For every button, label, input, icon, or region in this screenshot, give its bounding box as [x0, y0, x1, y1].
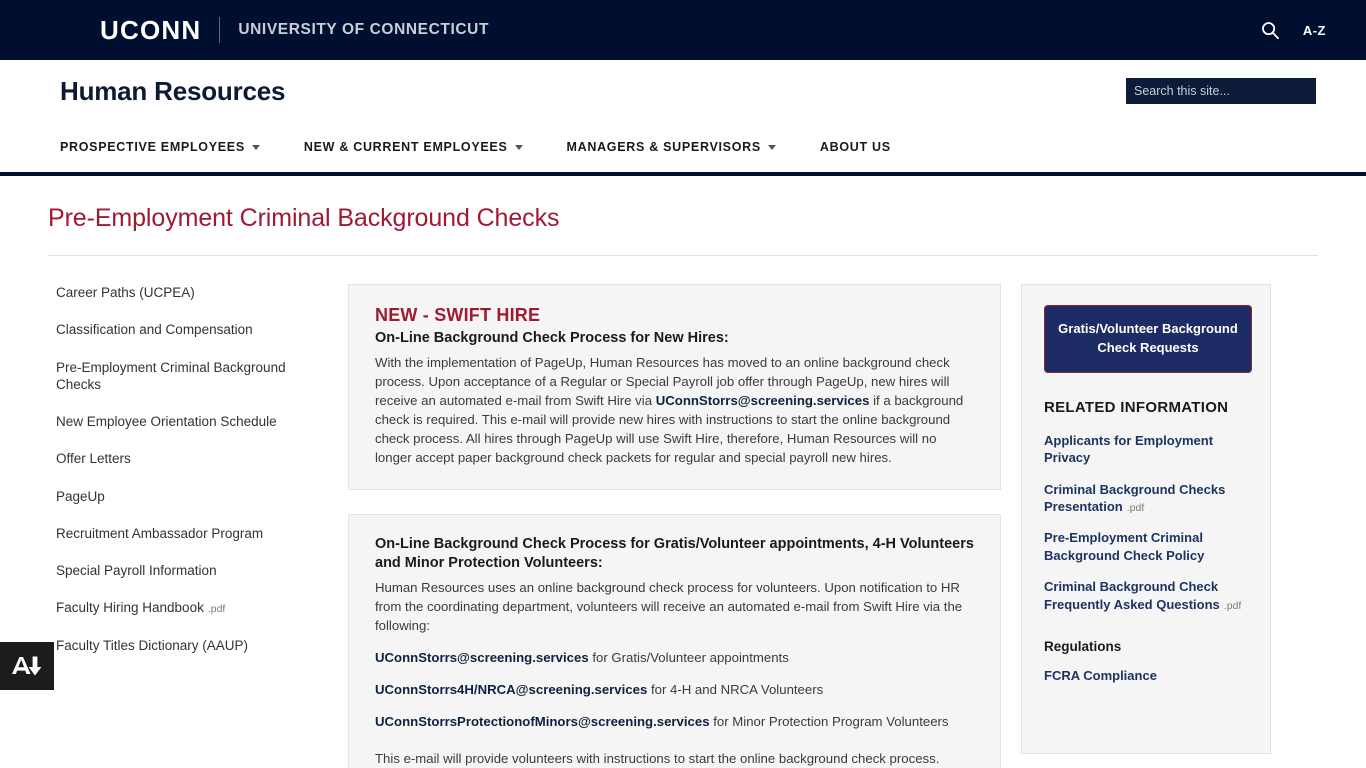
uconn-top-bar: UCONN UNIVERSITY OF CONNECTICUT A-Z [0, 0, 1366, 60]
pdf-indicator: .pdf [1223, 599, 1242, 612]
volunteer-heading: On-Line Background Check Process for Gra… [375, 536, 974, 572]
regulations-link-label: FCRA Compliance [1044, 667, 1157, 683]
sidebar-item-recruitment-ambassador[interactable]: Recruitment Ambassador Program [56, 525, 328, 542]
chevron-down-icon [767, 144, 776, 150]
related-link-label: Pre-Employment Criminal Background Check… [1044, 530, 1205, 563]
sidebar-item-label: Career Paths (UCPEA) [56, 285, 195, 300]
nav-label: MANAGERS & SUPERVISORS [566, 140, 761, 154]
pdf-indicator: .pdf [1126, 501, 1145, 514]
university-full-name: UNIVERSITY OF CONNECTICUT [238, 21, 490, 38]
page-layout: Career Paths (UCPEA) Classification and … [0, 256, 1366, 768]
sidebar-item-special-payroll[interactable]: Special Payroll Information [56, 562, 328, 579]
contact-description: for 4-H and NRCA Volunteers [647, 682, 824, 698]
volunteer-body: Human Resources uses an online backgroun… [375, 580, 963, 634]
chevron-down-icon [251, 144, 260, 150]
right-sidebar: Gratis/Volunteer Background Check Reques… [1021, 284, 1271, 768]
sidebar-item-label: Faculty Hiring Handbook [56, 600, 204, 616]
page-title-section: Pre-Employment Criminal Background Check… [0, 176, 1366, 256]
gratis-volunteer-request-button[interactable]: Gratis/Volunteer Background Check Reques… [1044, 305, 1252, 373]
main-navigation: PROSPECTIVE EMPLOYEES NEW & CURRENT EMPL… [0, 122, 1366, 176]
sidebar-item-offer-letters[interactable]: Offer Letters [56, 450, 328, 467]
nav-label: NEW & CURRENT EMPLOYEES [303, 140, 508, 154]
search-input[interactable] [1126, 78, 1316, 104]
related-information-heading: RELATED INFORMATION [1044, 398, 1229, 416]
sidebar-item-career-paths[interactable]: Career Paths (UCPEA) [56, 284, 328, 301]
contact-line-minors: UConnStorrsProtectionofMinors@screening.… [375, 712, 976, 731]
swift-hire-body: With the implementation of PageUp, Human… [375, 353, 976, 467]
email-link-uconnstorrs[interactable]: UConnStorrs@screening.services [656, 393, 870, 408]
sidebar-item-label: New Employee Orientation Schedule [56, 414, 277, 430]
contact-line-gratis: UConnStorrs@screening.services for Grati… [375, 648, 976, 667]
regulations-link-fcra-compliance[interactable]: FCRA Compliance [1044, 667, 1252, 684]
sidebar-item-pageup[interactable]: PageUp [56, 488, 328, 505]
related-link-applicants-privacy[interactable]: Applicants for Employment Privacy [1044, 432, 1252, 467]
page-title: Pre-Employment Criminal Background Check… [48, 204, 560, 232]
sidebar-item-pre-employment-criminal-background-checks[interactable]: Pre-Employment Criminal Background Check… [56, 359, 328, 394]
swift-hire-kicker: NEW - SWIFT HIRE [375, 305, 541, 325]
regulations-heading: Regulations [1044, 638, 1122, 654]
site-title[interactable]: Human Resources [60, 76, 286, 107]
email-link-protection-of-minors[interactable]: UConnStorrsProtectionofMinors@screening.… [375, 714, 710, 729]
sidebar-item-faculty-titles-dictionary[interactable]: Faculty Titles Dictionary (AAUP) [56, 637, 328, 654]
chevron-down-icon [514, 144, 523, 150]
a-z-index-link[interactable]: A-Z [1303, 23, 1326, 38]
related-link-cbc-faq[interactable]: Criminal Background Check Frequently Ask… [1044, 578, 1252, 613]
nav-label: PROSPECTIVE EMPLOYEES [60, 140, 245, 154]
sidebar-item-new-employee-orientation[interactable]: New Employee Orientation Schedule [56, 413, 328, 430]
volunteer-process-box: On-Line Background Check Process for Gra… [348, 514, 1001, 768]
wordmark-divider [219, 17, 221, 43]
nav-item-prospective-employees[interactable]: PROSPECTIVE EMPLOYEES [60, 140, 260, 154]
email-link-gratis[interactable]: UConnStorrs@screening.services [375, 650, 589, 665]
email-link-4h-nrca[interactable]: UConnStorrs4H/NRCA@screening.services [375, 682, 647, 697]
contact-description: for Minor Protection Program Volunteers [709, 714, 949, 730]
volunteer-closing-note: This e-mail will provide volunteers with… [375, 751, 940, 767]
nav-item-managers-supervisors[interactable]: MANAGERS & SUPERVISORS [567, 140, 776, 154]
related-link-cbc-presentation[interactable]: Criminal Background Checks Presentation.… [1044, 481, 1252, 516]
sidebar-item-label: Recruitment Ambassador Program [56, 525, 264, 541]
related-link-cbc-policy[interactable]: Pre-Employment Criminal Background Check… [1044, 529, 1252, 564]
sidebar-item-label: Pre-Employment Criminal Background Check… [56, 359, 286, 392]
download-accessibility-icon[interactable] [0, 642, 54, 690]
related-link-label: Criminal Background Check Frequently Ask… [1044, 579, 1220, 612]
swift-hire-box: NEW - SWIFT HIRE On-Line Background Chec… [348, 284, 1001, 491]
pdf-indicator: .pdf [207, 603, 226, 616]
swift-hire-heading: On-Line Background Check Process for New… [375, 330, 729, 346]
nav-item-new-current-employees[interactable]: NEW & CURRENT EMPLOYEES [304, 140, 523, 154]
nav-item-about-us[interactable]: ABOUT US [820, 140, 891, 154]
main-content: NEW - SWIFT HIRE On-Line Background Chec… [348, 284, 1021, 768]
sidebar-item-faculty-hiring-handbook[interactable]: Faculty Hiring Handbook .pdf [56, 599, 328, 616]
sidebar-item-label: Offer Letters [56, 451, 131, 467]
sidebar-item-label: Faculty Titles Dictionary (AAUP) [56, 637, 249, 653]
sidebar-item-label: Special Payroll Information [56, 563, 217, 579]
contact-description: for Gratis/Volunteer appointments [588, 650, 789, 666]
sidebar-item-label: PageUp [56, 488, 105, 504]
nav-label: ABOUT US [819, 140, 891, 154]
search-icon[interactable] [1259, 19, 1281, 41]
uconn-wordmark[interactable]: UCONN [100, 17, 201, 43]
right-panel: Gratis/Volunteer Background Check Reques… [1021, 284, 1271, 754]
related-link-label: Applicants for Employment Privacy [1044, 432, 1214, 466]
sidebar-item-label: Classification and Compensation [56, 322, 253, 338]
sidebar-item-classification-compensation[interactable]: Classification and Compensation [56, 321, 328, 338]
contact-line-4h: UConnStorrs4H/NRCA@screening.services fo… [375, 680, 976, 699]
top-bar-actions: A-Z [1259, 19, 1326, 41]
left-sidebar: Career Paths (UCPEA) Classification and … [48, 284, 348, 768]
site-header: Human Resources [0, 60, 1366, 122]
